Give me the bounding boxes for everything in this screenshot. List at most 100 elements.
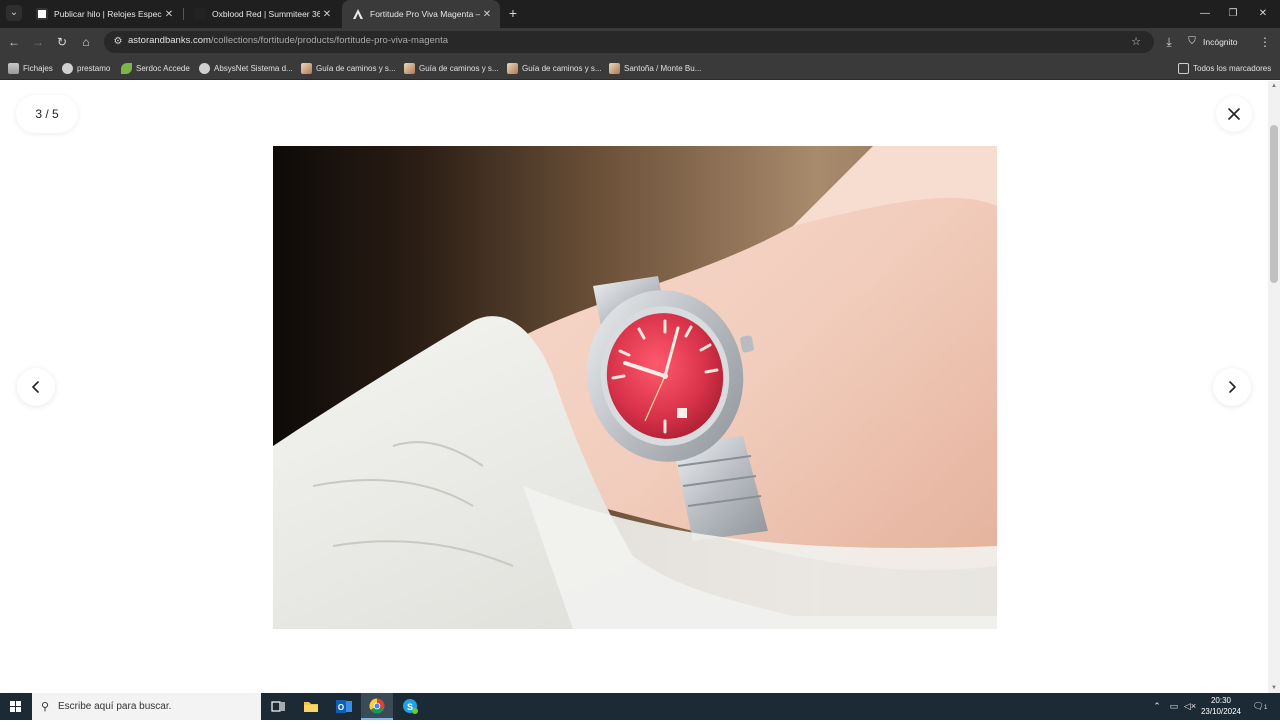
site-favicon-icon xyxy=(194,8,206,20)
bookmark-item[interactable]: Guía de caminos y s... xyxy=(507,60,602,76)
tab-close-icon[interactable]: ✕ xyxy=(480,9,494,20)
chrome-button[interactable] xyxy=(361,693,393,720)
chevron-right-icon xyxy=(1229,381,1236,393)
product-image-lightbox: 3 / 5 ▲ ▼ xyxy=(0,81,1280,693)
map-thumb-icon xyxy=(404,62,415,74)
bookmark-label: AbsysNet Sistema d... xyxy=(214,63,293,73)
outlook-button[interactable]: O xyxy=(328,693,360,720)
bookmark-item[interactable]: Fichajes xyxy=(8,60,53,76)
home-button[interactable]: ⌂ xyxy=(77,33,95,51)
url-domain: astorandbanks.com xyxy=(128,35,211,46)
notification-icon: 🗨 xyxy=(1252,701,1265,711)
notification-count: 1 xyxy=(1264,705,1268,711)
taskbar-search-box[interactable]: ⚲ Escribe aquí para buscar. xyxy=(32,693,261,720)
network-icon[interactable]: ▭ xyxy=(1166,693,1182,720)
bookmark-item[interactable]: Santoña / Monte Bu... xyxy=(609,60,701,76)
incognito-icon: ⛉ xyxy=(1188,36,1196,47)
tab-close-icon[interactable]: ✕ xyxy=(320,9,334,20)
bookmark-item[interactable]: Guía de caminos y s... xyxy=(301,60,396,76)
address-bar[interactable]: ⚙ astorandbanks.com/collections/fortitud… xyxy=(104,31,1154,53)
bookmark-label: Guía de caminos y s... xyxy=(316,63,396,73)
volume-muted-icon[interactable]: ◁× xyxy=(1182,693,1198,720)
menu-kebab-icon[interactable]: ⋮ xyxy=(1256,33,1274,51)
skype-icon: S xyxy=(403,699,418,714)
bookmark-label: Guía de caminos y s... xyxy=(522,63,602,73)
back-button[interactable]: ← xyxy=(5,33,23,51)
restore-button[interactable]: ❐ xyxy=(1216,0,1250,28)
chrome-icon xyxy=(369,698,385,714)
all-bookmarks-folder[interactable]: Todos los marcadores xyxy=(1178,60,1271,76)
bookmark-label: prestamo xyxy=(77,63,111,73)
incognito-label: Incógnito xyxy=(1203,37,1238,47)
notification-center-button[interactable]: 🗨1 xyxy=(1248,693,1272,720)
forum-favicon-icon xyxy=(36,8,48,20)
scrollbar-thumb[interactable] xyxy=(1270,125,1278,283)
taskbar-clock[interactable]: 20:30 23/10/2024 xyxy=(1198,695,1244,717)
tab-fortitude-pro[interactable]: Fortitude Pro Viva Magenta – Astor ✕ xyxy=(342,0,500,28)
clock-time: 20:30 xyxy=(1210,696,1232,705)
tab-search-button[interactable]: ⌄ xyxy=(6,5,22,21)
download-icon[interactable]: ⤓ xyxy=(1160,33,1178,51)
next-image-button[interactable] xyxy=(1213,368,1251,406)
windows-taskbar: ⚲ Escribe aquí para buscar. O S ⌃ ▭ ◁× 2… xyxy=(0,693,1280,720)
page-scrollbar[interactable]: ▲ ▼ xyxy=(1268,81,1280,693)
url-path: /collections/fortitude/products/fortitud… xyxy=(210,35,449,46)
site-info-icon[interactable]: ⚙ xyxy=(110,34,126,50)
bookmark-item[interactable]: Serdoc Accede xyxy=(121,60,190,76)
astor-banks-favicon-icon xyxy=(352,8,364,20)
new-tab-button[interactable]: + xyxy=(505,5,521,21)
leaf-icon xyxy=(121,62,132,74)
bookmark-item[interactable]: Guía de caminos y s... xyxy=(404,60,499,76)
map-thumb-icon xyxy=(507,62,518,74)
product-photo xyxy=(273,146,997,629)
scroll-up-icon[interactable]: ▲ xyxy=(1268,81,1280,91)
file-explorer-button[interactable] xyxy=(295,693,327,720)
browser-toolbar: ← → ↻ ⌂ ⚙ astorandbanks.com/collections/… xyxy=(0,28,1280,56)
previous-image-button[interactable] xyxy=(17,368,55,406)
grid-icon xyxy=(8,62,19,74)
task-view-button[interactable] xyxy=(262,693,294,720)
task-view-icon xyxy=(271,701,285,712)
url-text[interactable]: astorandbanks.com/collections/fortitude/… xyxy=(128,35,448,46)
bookmarks-bar: Fichajes prestamo Serdoc Accede AbsysNet… xyxy=(0,56,1280,80)
tray-overflow-chevron-icon[interactable]: ⌃ xyxy=(1150,693,1164,720)
globe-icon xyxy=(199,62,210,74)
start-button[interactable] xyxy=(0,693,32,720)
clock-date: 23/10/2024 xyxy=(1200,707,1242,716)
map-thumb-icon xyxy=(301,62,312,74)
tab-close-icon[interactable]: ✕ xyxy=(162,9,176,20)
bookmark-item[interactable]: prestamo xyxy=(62,60,110,76)
globe-icon xyxy=(62,62,73,74)
all-bookmarks-label: Todos los marcadores xyxy=(1193,63,1272,73)
skype-button[interactable]: S xyxy=(394,693,426,720)
forward-button[interactable]: → xyxy=(29,33,47,51)
reload-button[interactable]: ↻ xyxy=(53,33,71,51)
bookmark-label: Serdoc Accede xyxy=(136,63,190,73)
tab-title: Publicar hilo | Relojes Especiales xyxy=(54,9,162,19)
window-close-button[interactable]: ✕ xyxy=(1246,0,1280,28)
windows-logo-icon xyxy=(10,701,21,712)
bookmark-label: Guía de caminos y s... xyxy=(419,63,499,73)
taskbar-search-placeholder: Escribe aquí para buscar. xyxy=(58,701,172,712)
bookmark-label: Fichajes xyxy=(23,63,53,73)
folder-icon xyxy=(1178,62,1189,74)
close-icon xyxy=(1228,108,1240,120)
search-icon: ⚲ xyxy=(40,701,50,713)
map-thumb-icon xyxy=(609,62,620,74)
folder-icon xyxy=(304,702,318,712)
svg-text:O: O xyxy=(338,703,344,712)
tab-oxblood-red[interactable]: Oxblood Red | Summiteer 36 ✕ xyxy=(184,0,340,28)
lightbox-close-button[interactable] xyxy=(1216,96,1252,132)
outlook-icon: O xyxy=(336,700,352,713)
bookmark-label: Santoña / Monte Bu... xyxy=(624,63,702,73)
tab-title: Fortitude Pro Viva Magenta – Astor xyxy=(370,9,480,19)
scroll-down-icon[interactable]: ▼ xyxy=(1268,683,1280,693)
image-counter: 3 / 5 xyxy=(16,95,78,133)
bookmark-item[interactable]: AbsysNet Sistema d... xyxy=(199,60,293,76)
bookmark-star-icon[interactable]: ☆ xyxy=(1128,34,1144,50)
chevron-left-icon xyxy=(32,381,39,393)
tab-strip: ⌄ Publicar hilo | Relojes Especiales ✕ O… xyxy=(0,0,1280,28)
tab-title: Oxblood Red | Summiteer 36 xyxy=(212,9,320,19)
tab-publicar-hilo[interactable]: Publicar hilo | Relojes Especiales ✕ xyxy=(26,0,182,28)
incognito-indicator[interactable]: ⛉ Incógnito xyxy=(1186,32,1238,52)
